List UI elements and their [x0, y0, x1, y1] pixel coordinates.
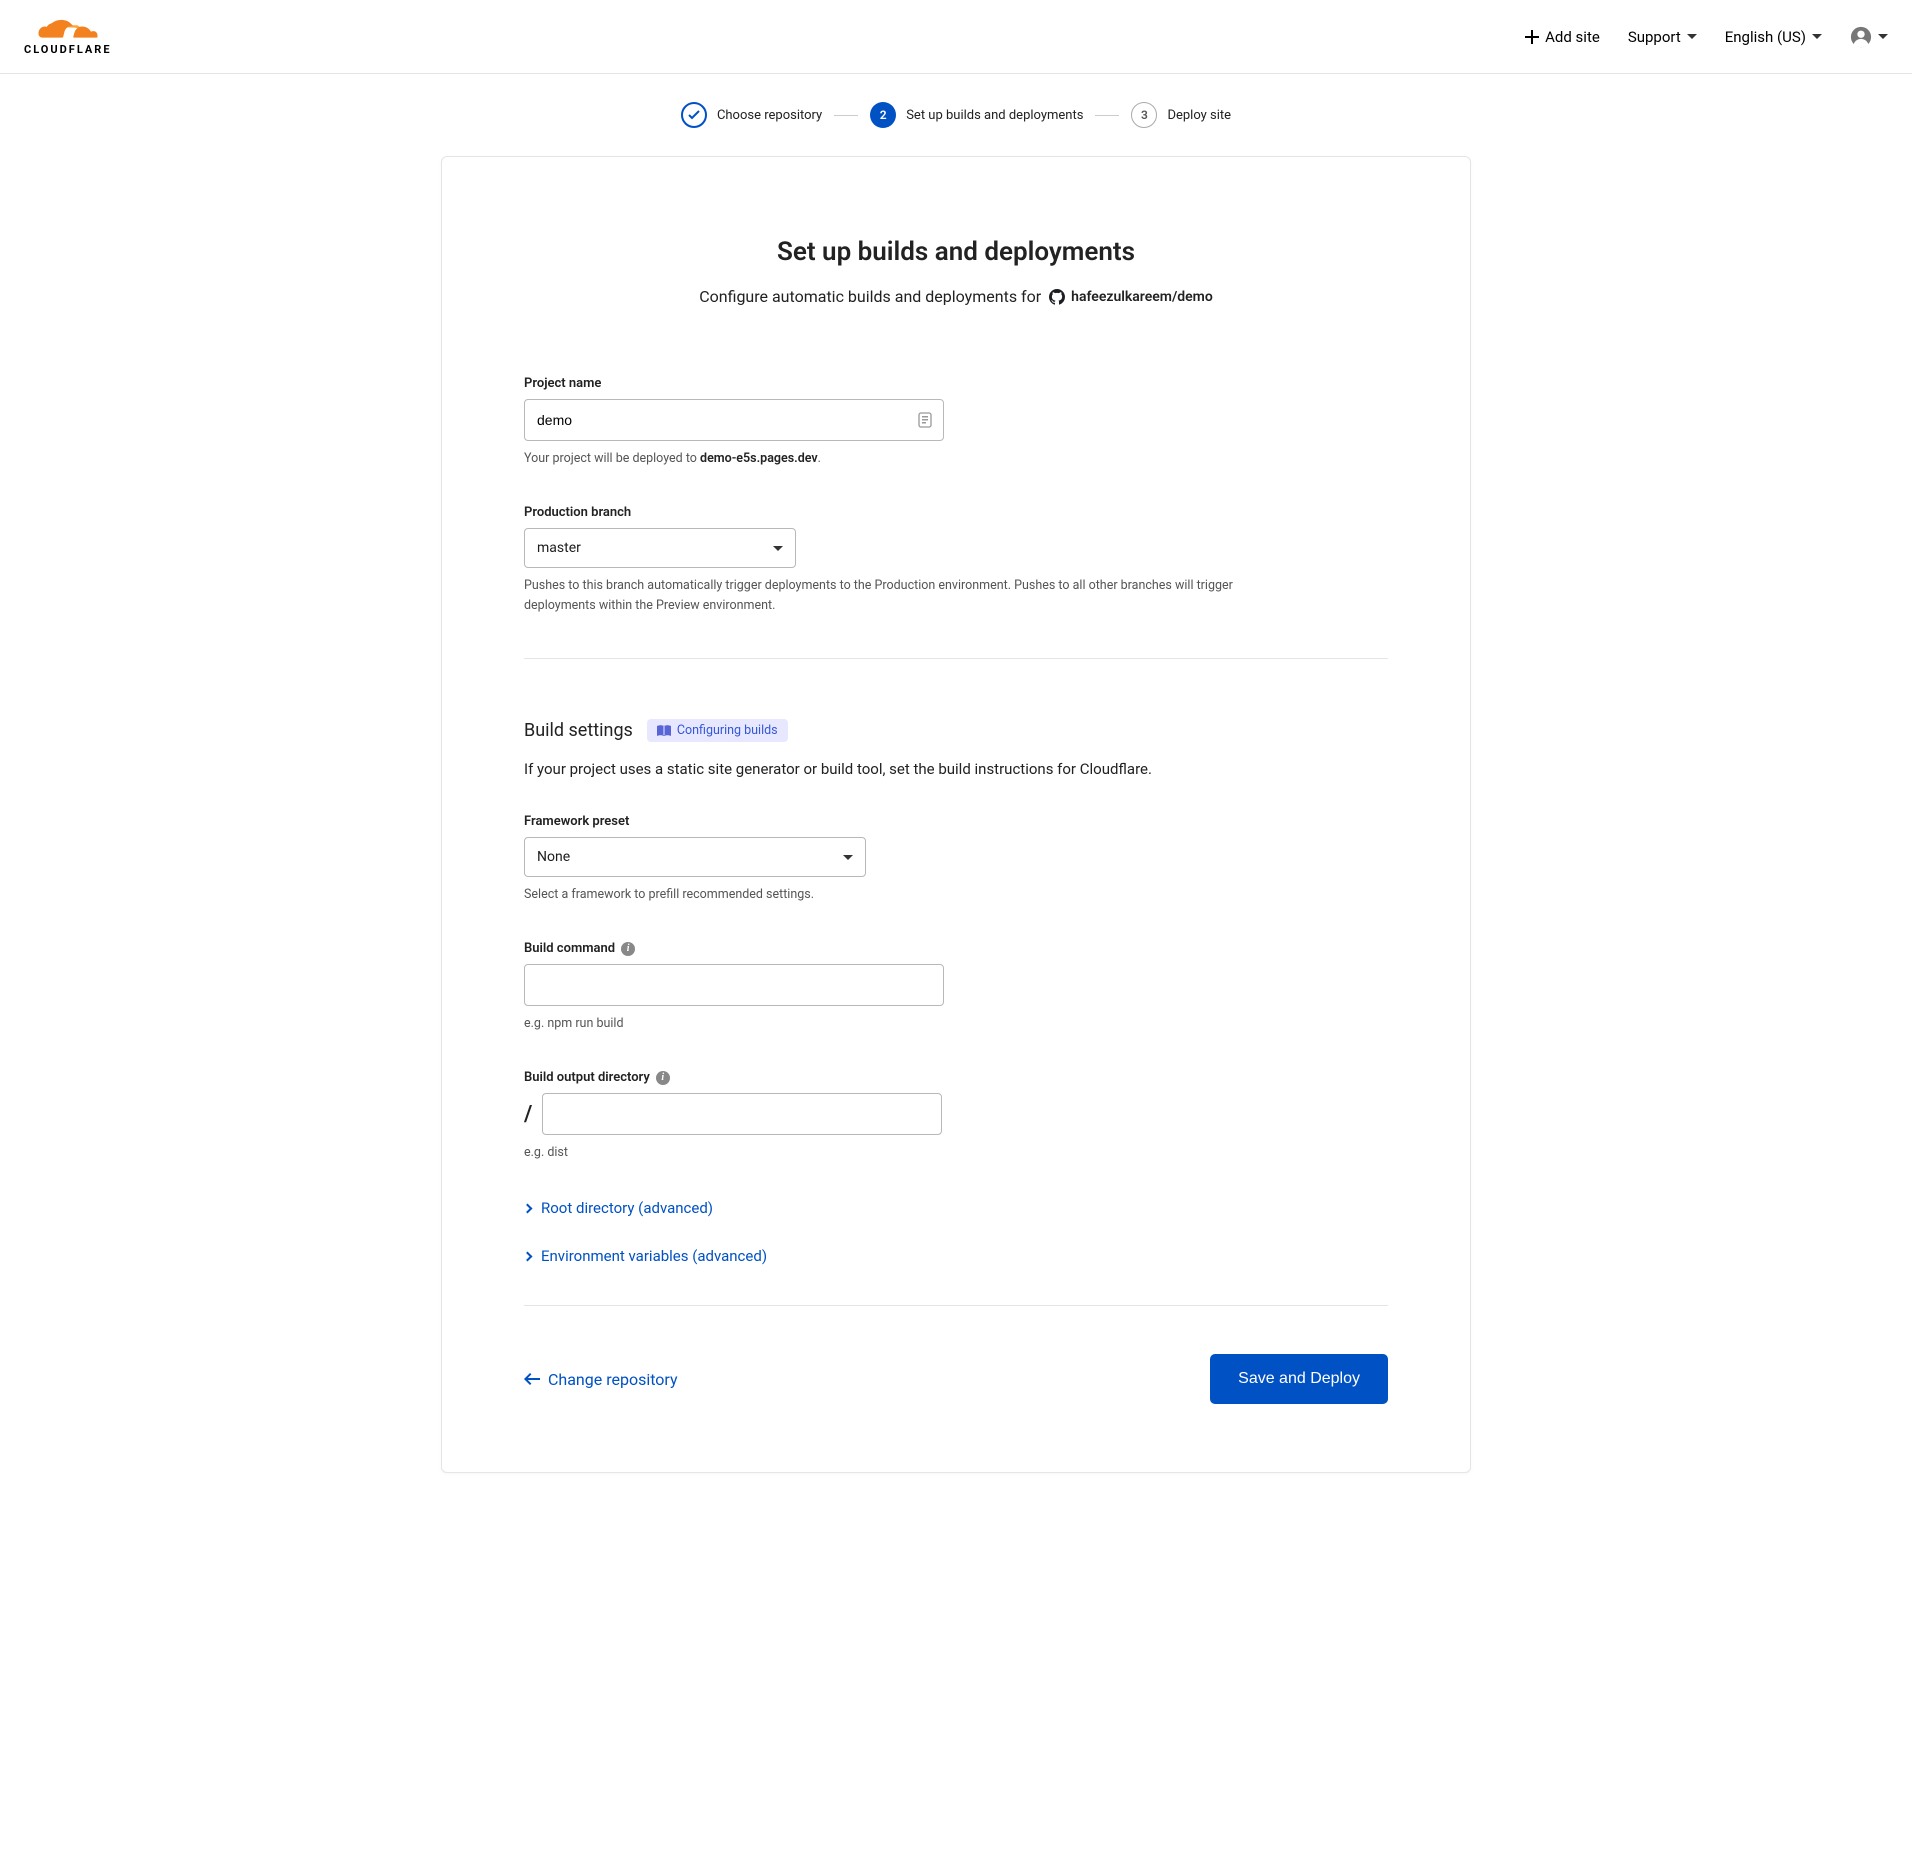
- caret-down-icon: [1878, 34, 1888, 39]
- page-title: Set up builds and deployments: [524, 237, 1388, 267]
- framework-preset-value: None: [537, 849, 570, 865]
- user-avatar-icon: [1850, 26, 1872, 48]
- step-check-icon: [681, 102, 707, 128]
- project-name-label: Project name: [524, 376, 1388, 391]
- root-directory-toggle[interactable]: Root directory (advanced): [524, 1199, 1388, 1217]
- change-repository-label: Change repository: [548, 1370, 678, 1389]
- step-connector: [1095, 115, 1119, 116]
- environment-variables-toggle[interactable]: Environment variables (advanced): [524, 1247, 1388, 1265]
- build-command-label: Build command i: [524, 941, 1388, 956]
- production-branch-help: Pushes to this branch automatically trig…: [524, 576, 1244, 616]
- footer-divider: [524, 1305, 1388, 1306]
- section-divider: [524, 658, 1388, 659]
- build-settings-description: If your project uses a static site gener…: [524, 760, 1388, 778]
- save-and-deploy-button[interactable]: Save and Deploy: [1210, 1354, 1388, 1404]
- global-header: CLOUDFLARE Add site Support English (US): [0, 0, 1912, 74]
- caret-down-icon: [1812, 34, 1822, 39]
- card-footer: Change repository Save and Deploy: [524, 1354, 1388, 1404]
- support-menu[interactable]: Support: [1628, 28, 1697, 46]
- environment-variables-label: Environment variables (advanced): [541, 1247, 767, 1265]
- github-icon: [1049, 289, 1065, 305]
- setup-card: Set up builds and deployments Configure …: [441, 156, 1471, 1473]
- add-site-button[interactable]: Add site: [1525, 28, 1600, 46]
- step-3-number: 3: [1131, 102, 1157, 128]
- info-icon[interactable]: i: [656, 1071, 670, 1085]
- chevron-right-icon: [523, 1203, 533, 1213]
- docs-icon: [657, 725, 671, 737]
- build-command-input[interactable]: [524, 964, 944, 1006]
- framework-preset-field: Framework preset None Select a framework…: [524, 814, 1388, 905]
- header-right-actions: Add site Support English (US): [1525, 26, 1888, 48]
- project-name-help: Your project will be deployed to demo-e5…: [524, 449, 1244, 469]
- cloudflare-logo[interactable]: CLOUDFLARE: [24, 17, 112, 56]
- production-branch-label: Production branch: [524, 505, 1388, 520]
- project-name-field: Project name Your project will be deploy…: [524, 376, 1388, 469]
- build-settings-header: Build settings Configuring builds: [524, 719, 1388, 742]
- add-site-label: Add site: [1545, 28, 1600, 46]
- cloudflare-wordmark: CLOUDFLARE: [24, 43, 112, 56]
- path-prefix-slash: /: [524, 1102, 532, 1127]
- subtitle-text: Configure automatic builds and deploymen…: [699, 287, 1041, 306]
- step-3-deploy-site: 3 Deploy site: [1131, 102, 1231, 128]
- language-menu[interactable]: English (US): [1725, 28, 1822, 46]
- wizard-stepper: Choose repository 2 Set up builds and de…: [0, 74, 1912, 156]
- step-1-choose-repository[interactable]: Choose repository: [681, 102, 822, 128]
- project-name-input[interactable]: [524, 399, 944, 441]
- step-1-label: Choose repository: [717, 108, 822, 123]
- repository-name: hafeezulkareem/demo: [1071, 289, 1213, 305]
- framework-preset-label: Framework preset: [524, 814, 1388, 829]
- language-label: English (US): [1725, 28, 1806, 46]
- form-autofill-icon[interactable]: [916, 411, 934, 429]
- arrow-left-icon: [524, 1373, 540, 1385]
- cloudflare-cloud-icon: [38, 17, 98, 43]
- step-2-label: Set up builds and deployments: [906, 108, 1083, 123]
- page-subtitle: Configure automatic builds and deploymen…: [524, 287, 1388, 306]
- step-connector: [834, 115, 858, 116]
- framework-preset-select[interactable]: None: [524, 837, 866, 877]
- step-2-setup-builds: 2 Set up builds and deployments: [870, 102, 1083, 128]
- production-branch-value: master: [537, 540, 581, 556]
- chevron-right-icon: [523, 1251, 533, 1261]
- root-directory-label: Root directory (advanced): [541, 1199, 713, 1217]
- account-menu[interactable]: [1850, 26, 1888, 48]
- build-command-help: e.g. npm run build: [524, 1014, 1244, 1034]
- repository-chip: hafeezulkareem/demo: [1049, 289, 1213, 305]
- caret-down-icon: [1687, 34, 1697, 39]
- production-branch-select[interactable]: master: [524, 528, 796, 568]
- build-output-directory-input[interactable]: [542, 1093, 942, 1135]
- caret-down-icon: [773, 546, 783, 551]
- info-icon[interactable]: i: [621, 942, 635, 956]
- caret-down-icon: [843, 855, 853, 860]
- build-command-field: Build command i e.g. npm run build: [524, 941, 1388, 1034]
- build-settings-title: Build settings: [524, 720, 633, 741]
- configuring-builds-label: Configuring builds: [677, 723, 778, 738]
- production-branch-field: Production branch master Pushes to this …: [524, 505, 1388, 616]
- build-output-directory-field: Build output directory i / e.g. dist: [524, 1070, 1388, 1163]
- step-2-number: 2: [870, 102, 896, 128]
- build-output-directory-label: Build output directory i: [524, 1070, 1388, 1085]
- configuring-builds-link[interactable]: Configuring builds: [647, 719, 788, 742]
- build-output-directory-help: e.g. dist: [524, 1143, 1244, 1163]
- step-3-label: Deploy site: [1167, 108, 1231, 123]
- framework-preset-help: Select a framework to prefill recommende…: [524, 885, 1244, 905]
- change-repository-link[interactable]: Change repository: [524, 1370, 678, 1389]
- support-label: Support: [1628, 28, 1681, 46]
- plus-icon: [1525, 30, 1539, 44]
